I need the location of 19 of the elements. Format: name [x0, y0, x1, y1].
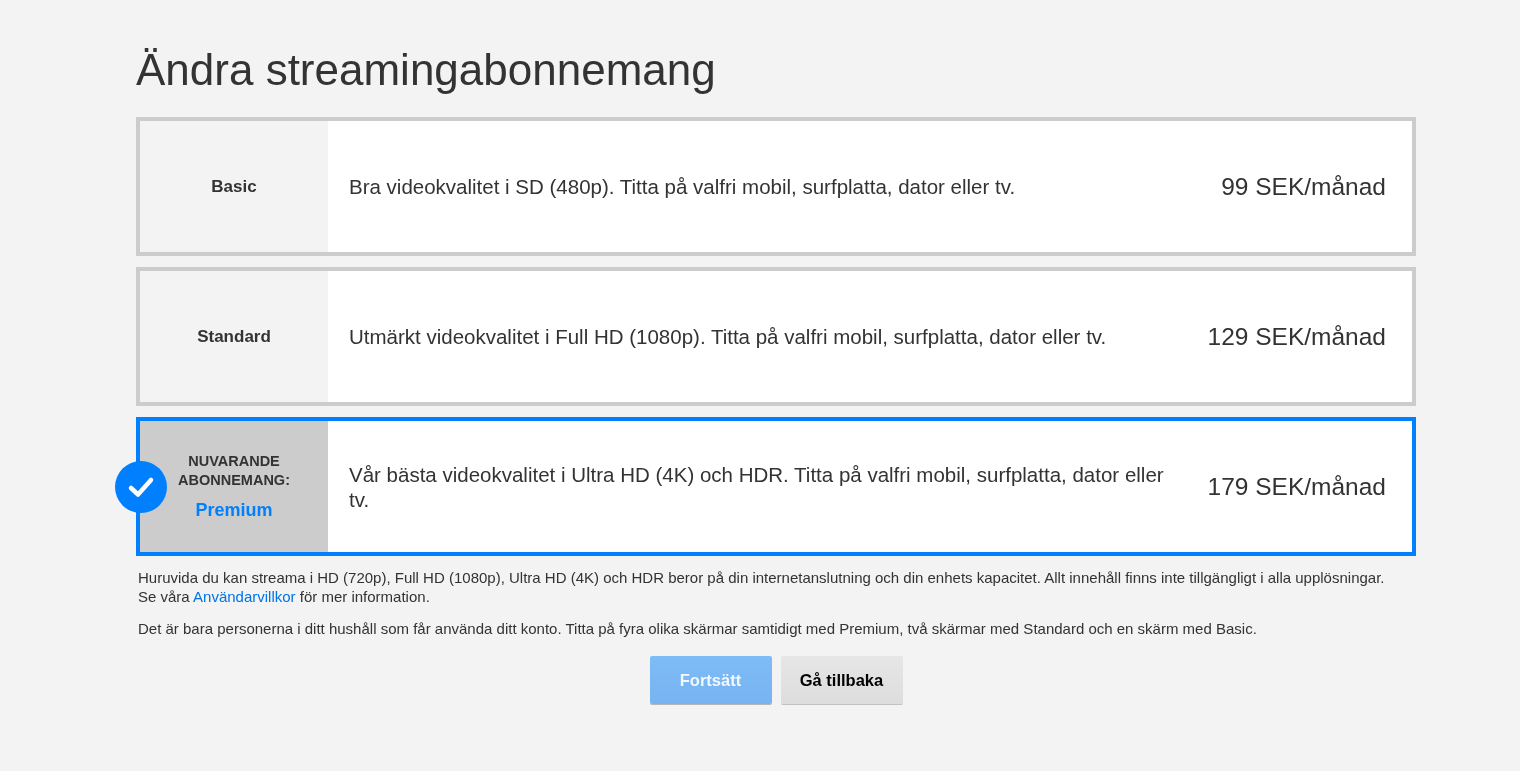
plan-description: Utmärkt videokvalitet i Full HD (1080p). Titta på valfri mobil, surfplatta, dator eller tv. — [348, 324, 1108, 349]
plan-price: 179 SEK/månad — [1207, 472, 1387, 501]
plan-price: 129 SEK/månad — [1207, 322, 1387, 351]
plan-card[interactable]: Standard Utmärkt videokvalitet i Full HD (1080p). Titta på valfri mobil, surfplatta, dator eller tv. 129 SEK/månad — [136, 267, 1416, 406]
plan-name: Basic — [211, 176, 257, 197]
info-paragraph: Det är bara personerna i ditt hushåll som får använda ditt konto. Titta på fyra olika skärmar samtidigt med Premium, två skärmar med Standard och en skärm med Basic. — [138, 619, 1258, 638]
plan-description: Vår bästa videokvalitet i Ultra HD (4K) och HDR. Titta på valfri mobil, surfplatta, dator eller tv. — [348, 461, 1165, 512]
plan-card[interactable]: NUVARANDE ABONNEMANG: Premium Vår bästa videokvalitet i Ultra HD (4K) och HDR. Titta på valfri mobil, surfplatta, dator eller tv. 179 SEK/månad — [136, 417, 1416, 556]
back-button[interactable]: Gå tillbaka — [780, 656, 903, 704]
checkmark-icon — [115, 460, 167, 513]
info-paragraph: Huruvida du kan streama i HD (720p), Full HD (1080p), Ultra HD (4K) och HDR beror på din internetanslutning och din enhets kapacitet. Allt innehåll finns inte tillgängligt i alla upplösningar. Se våra Användarvillkor för mer information. — [138, 568, 1386, 606]
terms-link[interactable]: Användarvillkor — [193, 588, 296, 605]
plan-card[interactable]: Basic Bra videokvalitet i SD (480p). Titta på valfri mobil, surfplatta, dator eller tv. 99 SEK/månad — [136, 117, 1416, 256]
plan-price: 99 SEK/månad — [1221, 172, 1387, 201]
plan-name: Premium — [195, 500, 273, 521]
current-plan-label: NUVARANDE ABONNEMANG: — [177, 452, 291, 490]
plan-name: Standard — [197, 326, 271, 347]
plan-description: Bra videokvalitet i SD (480p). Titta på valfri mobil, surfplatta, dator eller tv. — [348, 174, 1017, 199]
page-title: Ändra streamingabonnemang — [136, 44, 717, 96]
